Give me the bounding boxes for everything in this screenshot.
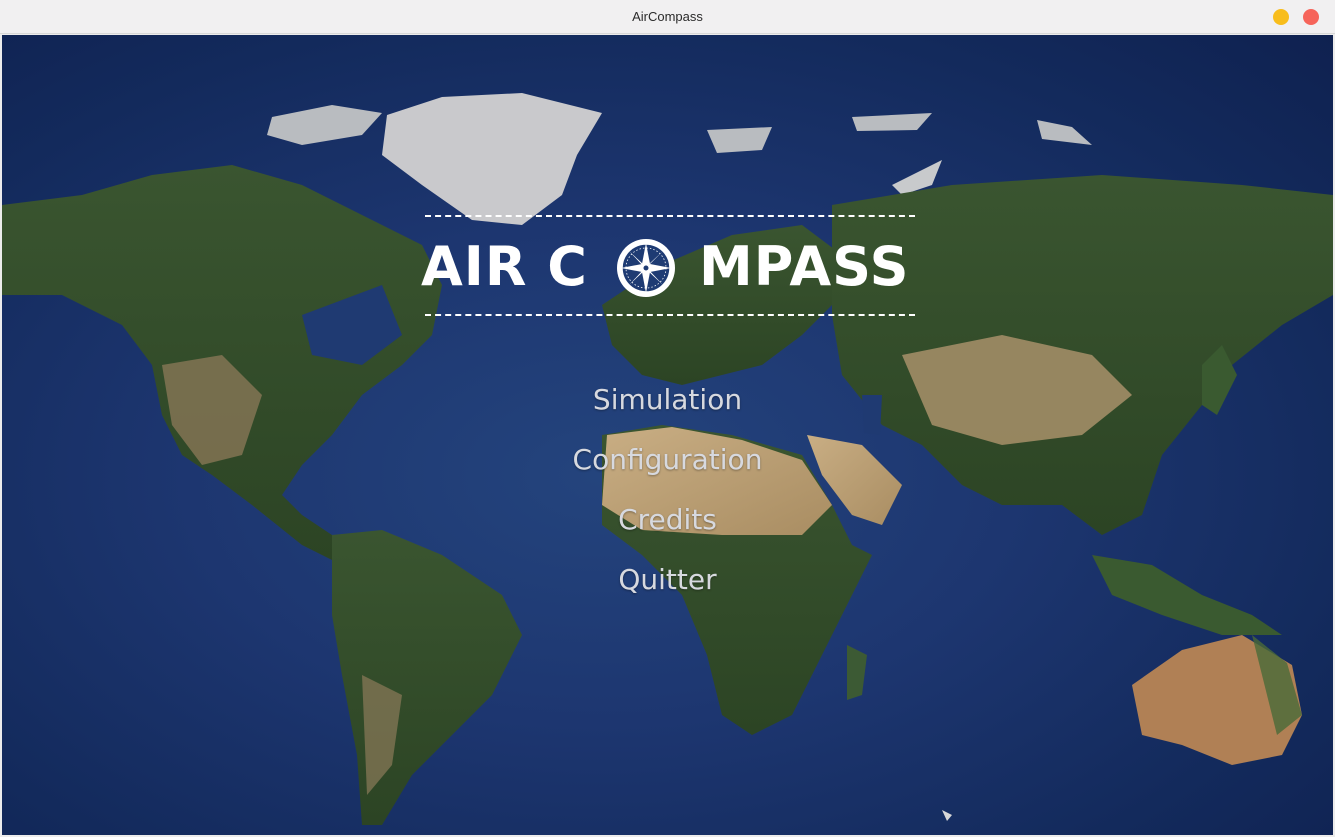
minimize-button[interactable]: [1273, 9, 1289, 25]
logo-dashed-line-bottom: [425, 314, 915, 316]
logo-dashed-line-top: [425, 215, 915, 217]
compass-rose-icon: [617, 239, 675, 297]
close-button[interactable]: [1303, 9, 1319, 25]
menu-item-simulation[interactable]: Simulation: [2, 380, 1333, 420]
menu-item-configuration[interactable]: Configuration: [2, 440, 1333, 480]
greenland-shape: [382, 93, 602, 225]
air-compass-logo: AIR C MPASS: [421, 215, 917, 319]
window-title: AirCompass: [632, 9, 703, 24]
menu-item-credits[interactable]: Credits: [2, 500, 1333, 540]
world-map-background: [2, 93, 1333, 825]
window-titlebar: AirCompass: [0, 0, 1335, 34]
logo-text-right: MPASS: [699, 235, 910, 298]
menu-item-quitter[interactable]: Quitter: [2, 560, 1333, 600]
main-screen: AIR C MPASS Simulation Configuration Cre…: [2, 35, 1333, 835]
logo-text-left: AIR C: [421, 235, 588, 298]
